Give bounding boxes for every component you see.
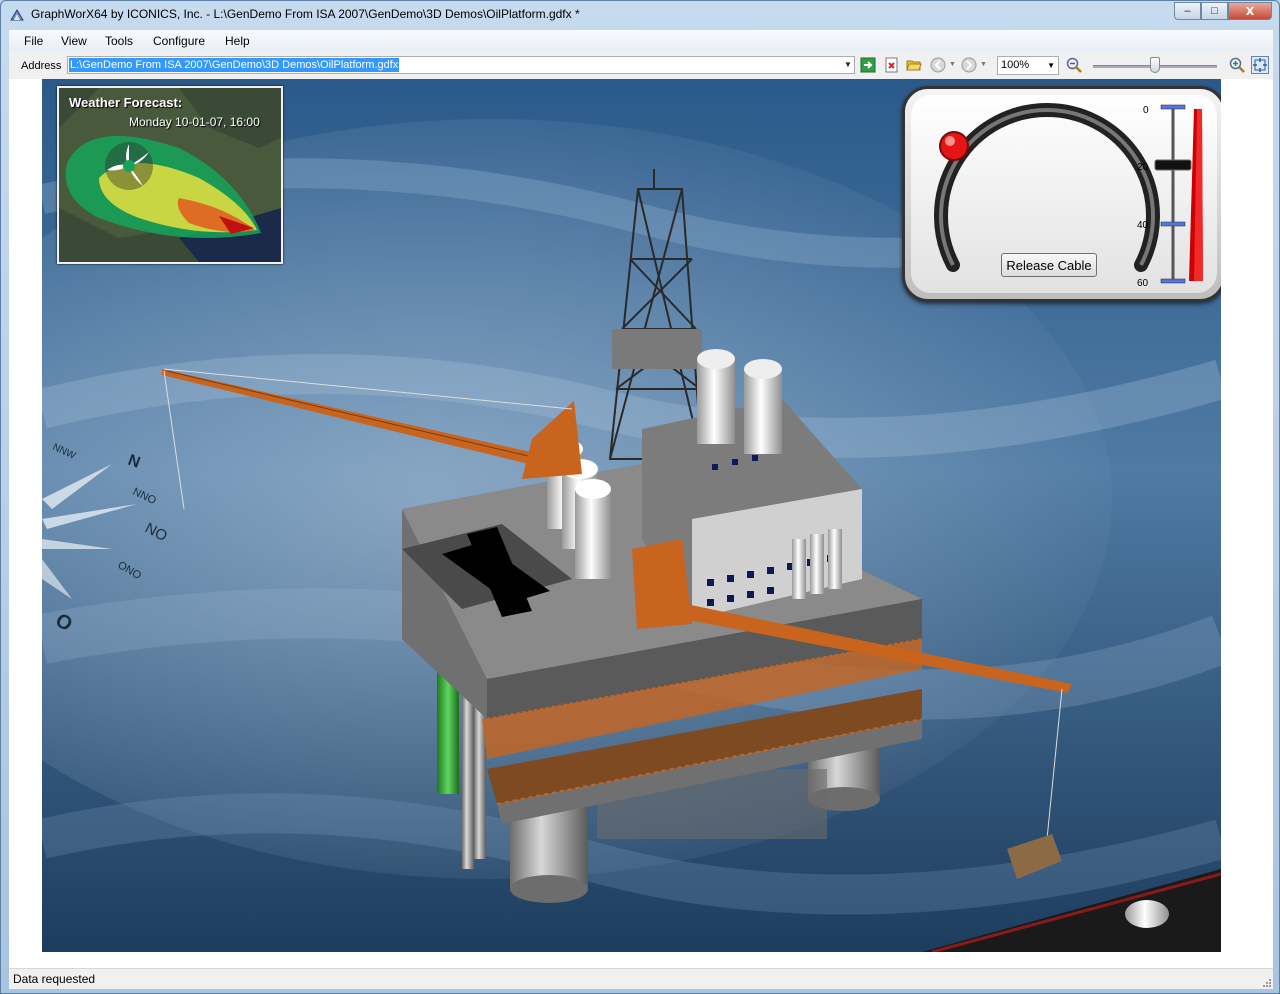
client-area: File View Tools Configure Help Address L…: [9, 30, 1273, 989]
close-button[interactable]: X: [1228, 2, 1272, 20]
3d-viewport[interactable]: N NNO NO ONO O NNW Weather Forecast: Mon…: [42, 79, 1221, 952]
open-folder-icon[interactable]: [906, 57, 922, 73]
scale-label-60: 60: [1137, 278, 1149, 289]
weather-date: Monday 10-01-07, 16:00: [129, 115, 260, 129]
cable-gauge-arc: [934, 103, 1160, 272]
address-bar: Address L:\GenDemo From ISA 2007\GenDemo…: [9, 52, 1273, 79]
scale-label-0: 0: [1143, 105, 1149, 116]
menu-help[interactable]: Help: [225, 34, 250, 48]
menu-tools[interactable]: Tools: [105, 34, 133, 48]
release-cable-button[interactable]: Release Cable: [1001, 253, 1097, 277]
back-icon[interactable]: [930, 57, 946, 73]
address-input[interactable]: L:\GenDemo From ISA 2007\GenDemo\3D Demo…: [67, 56, 855, 74]
address-dropdown-icon[interactable]: ▼: [844, 60, 852, 69]
zoom-slider-thumb[interactable]: [1150, 57, 1160, 73]
hurricane-icon: [105, 142, 153, 190]
maximize-button[interactable]: □: [1201, 2, 1228, 20]
back-dropdown-icon[interactable]: ▼: [949, 61, 956, 68]
forward-dropdown-icon[interactable]: ▼: [980, 61, 987, 68]
scale-label-40: 40: [1137, 220, 1149, 231]
address-value: L:\GenDemo From ISA 2007\GenDemo\3D Demo…: [69, 58, 400, 72]
display-frame: N NNO NO ONO O NNW Weather Forecast: Mon…: [9, 79, 1273, 968]
zoom-in-icon[interactable]: [1229, 57, 1245, 73]
crane-control-panel: 0 20 40 60 Release Cable: [902, 86, 1221, 302]
crane-control-face: 0 20 40 60 Release Cable: [911, 95, 1217, 293]
app-window: GraphWorX64 by ICONICS, Inc. - L:\GenDem…: [0, 0, 1280, 994]
scale-label-20: 20: [1137, 162, 1149, 173]
title-bar[interactable]: GraphWorX64 by ICONICS, Inc. - L:\GenDem…: [1, 1, 1279, 29]
go-icon[interactable]: [860, 57, 876, 73]
zoom-dropdown-icon[interactable]: ▼: [1047, 61, 1055, 70]
app-icon[interactable]: [9, 7, 25, 23]
zoom-out-icon[interactable]: [1066, 57, 1082, 73]
cable-slider-handle[interactable]: [1154, 159, 1192, 171]
weather-title: Weather Forecast:: [69, 95, 183, 110]
menu-configure[interactable]: Configure: [153, 34, 205, 48]
window-title: GraphWorX64 by ICONICS, Inc. - L:\GenDem…: [31, 7, 580, 21]
menu-bar: File View Tools Configure Help: [9, 30, 1273, 52]
zoom-select[interactable]: 100% ▼: [997, 56, 1059, 75]
weather-forecast-panel[interactable]: Weather Forecast: Monday 10-01-07, 16:00: [57, 86, 283, 264]
window-controls: – □ X: [1174, 2, 1272, 21]
status-text: Data requested: [13, 972, 96, 986]
resize-grip-icon[interactable]: [1261, 977, 1271, 987]
menu-view[interactable]: View: [61, 34, 87, 48]
stop-icon[interactable]: [884, 57, 900, 73]
menu-file[interactable]: File: [24, 34, 43, 48]
minimize-button[interactable]: –: [1174, 2, 1201, 20]
gauge-knob[interactable]: [939, 131, 969, 161]
ship-buoy: [1125, 900, 1169, 928]
forward-icon[interactable]: [961, 57, 977, 73]
address-label: Address: [21, 60, 62, 72]
fit-to-window-icon[interactable]: [1251, 56, 1269, 74]
status-bar: Data requested: [9, 968, 1273, 989]
zoom-value: 100%: [1001, 59, 1030, 71]
